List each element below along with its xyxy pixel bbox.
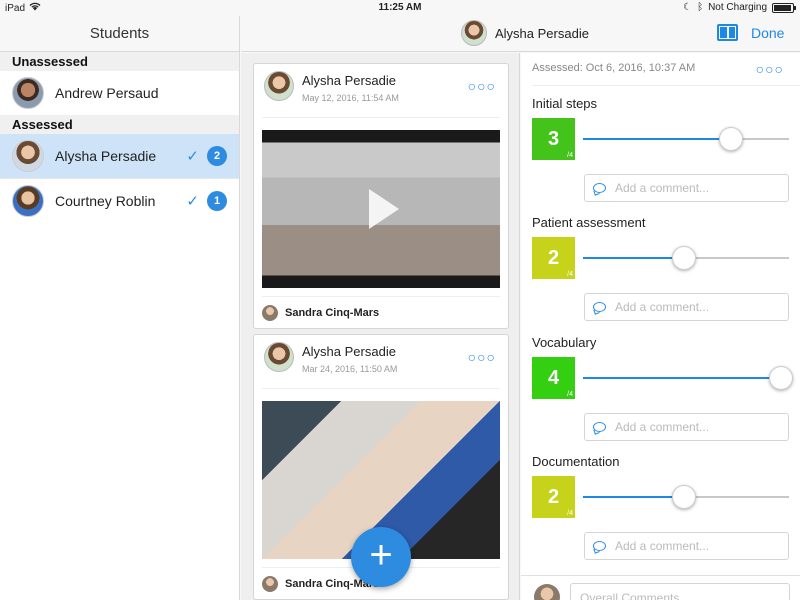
bluetooth-icon: ᛒ [697, 2, 704, 13]
slider-thumb[interactable] [671, 485, 696, 509]
checkmark-icon: ✓ [186, 148, 199, 165]
commenter-name: Sandra Cinq-Mars [285, 306, 380, 319]
done-button[interactable]: Done [751, 25, 784, 41]
avatar [264, 342, 294, 372]
more-options-icon[interactable]: ○○○ [468, 78, 496, 94]
add-post-button[interactable]: + [351, 527, 411, 587]
score-slider[interactable] [583, 246, 789, 270]
criterion-patient-assessment: Patient assessment 2/4 Add a comment... [521, 215, 800, 335]
section-assessed: Assessed [0, 115, 239, 134]
post-video[interactable] [262, 130, 500, 288]
avatar [12, 184, 44, 217]
assessed-date: Assessed: Oct 6, 2016, 10:37 AM [532, 62, 696, 74]
avatar [461, 20, 487, 46]
slider-fill [583, 257, 684, 259]
post-header: Alysha Persadie May 12, 2016, 11:54 AM ○… [262, 64, 500, 118]
detail-header: Alysha Persadie Done [241, 16, 800, 52]
post-date: May 12, 2016, 11:54 AM [302, 93, 399, 103]
post-footer: Sandra Cinq-Mars [262, 296, 500, 328]
student-row-alysha[interactable]: Alysha Persadie ✓ 2 [0, 134, 239, 178]
header-student-name: Alysha Persadie [495, 25, 589, 41]
avatar [264, 71, 294, 101]
avatar [262, 304, 278, 321]
moon-icon: ☾ [683, 2, 693, 13]
header-student: Alysha Persadie [461, 20, 589, 46]
criterion-initial-steps: Initial steps 3/4 Add a comment... [521, 96, 800, 216]
divider [532, 85, 800, 86]
comment-placeholder: Add a comment... [615, 539, 710, 553]
posts-feed[interactable]: Alysha Persadie May 12, 2016, 11:54 AM ○… [241, 53, 520, 600]
comment-placeholder: Add a comment... [615, 300, 710, 314]
score-slider[interactable] [583, 127, 789, 151]
comment-icon [593, 422, 606, 432]
more-options-icon[interactable]: ○○○ [468, 349, 496, 365]
students-panel: Students Unassessed Andrew Persaud Asses… [0, 16, 240, 600]
criterion-documentation: Documentation 2/4 Add a comment... [521, 454, 800, 574]
slider-fill [583, 377, 781, 379]
student-row-courtney[interactable]: Courtney Roblin ✓ 1 [0, 178, 239, 222]
comment-input[interactable]: Add a comment... [584, 174, 789, 202]
section-unassessed: Unassessed [0, 52, 239, 71]
split-view-icon[interactable] [717, 24, 738, 41]
score-badge: 3/4 [532, 118, 575, 160]
slider-thumb[interactable] [768, 366, 793, 390]
comment-input[interactable]: Add a comment... [584, 532, 789, 560]
count-badge: 2 [207, 146, 227, 166]
battery-icon [772, 2, 796, 13]
comment-icon [593, 541, 606, 551]
post-card[interactable]: Alysha Persadie May 12, 2016, 11:54 AM ○… [253, 63, 509, 329]
criterion-title: Documentation [532, 454, 620, 469]
slider-thumb[interactable] [671, 246, 696, 270]
post-author: Alysha Persadie [302, 73, 396, 88]
assessment-panel: Assessed: Oct 6, 2016, 10:37 AM ○○○ Init… [521, 53, 800, 600]
slider-fill [583, 138, 732, 140]
status-bar: iPad 11:25 AM ☾ ᛒ Not Charging [0, 0, 800, 16]
score-slider[interactable] [583, 485, 789, 509]
avatar [534, 584, 560, 600]
criterion-title: Vocabulary [532, 335, 597, 350]
comment-input[interactable]: Add a comment... [584, 293, 789, 321]
post-header: Alysha Persadie Mar 24, 2016, 11:50 AM ○… [262, 335, 500, 389]
checkmark-icon: ✓ [186, 192, 199, 210]
slider-thumb[interactable] [719, 127, 744, 151]
comment-placeholder: Add a comment... [615, 420, 710, 434]
slider-fill [583, 496, 684, 498]
score-badge: 4/4 [532, 357, 575, 399]
charging-status: Not Charging [708, 2, 767, 13]
comment-placeholder: Add a comment... [615, 181, 710, 195]
students-title: Students [0, 16, 239, 52]
play-icon[interactable] [369, 189, 399, 229]
avatar [12, 77, 44, 109]
score-slider[interactable] [583, 366, 793, 390]
clock: 11:25 AM [378, 2, 422, 13]
criterion-title: Patient assessment [532, 215, 646, 230]
overall-comments: Overall Comments [521, 575, 800, 600]
avatar [12, 140, 44, 172]
student-row-andrew[interactable]: Andrew Persaud [0, 71, 239, 115]
criterion-vocabulary: Vocabulary 4/4 Add a comment... [521, 335, 800, 455]
student-name: Courtney Roblin [55, 192, 156, 209]
comment-input[interactable]: Add a comment... [584, 413, 789, 441]
count-badge: 1 [207, 190, 227, 211]
post-author: Alysha Persadie [302, 344, 396, 359]
score-badge: 2/4 [532, 237, 575, 279]
criterion-title: Initial steps [532, 96, 598, 111]
more-options-icon[interactable]: ○○○ [756, 61, 784, 77]
overall-comments-input[interactable]: Overall Comments [570, 583, 790, 600]
comment-icon [593, 302, 606, 312]
post-date: Mar 24, 2016, 11:50 AM [302, 364, 398, 374]
avatar [262, 575, 278, 592]
score-badge: 2/4 [532, 476, 575, 518]
student-name: Andrew Persaud [55, 85, 159, 101]
student-name: Alysha Persadie [55, 148, 157, 164]
comment-icon [593, 183, 606, 193]
